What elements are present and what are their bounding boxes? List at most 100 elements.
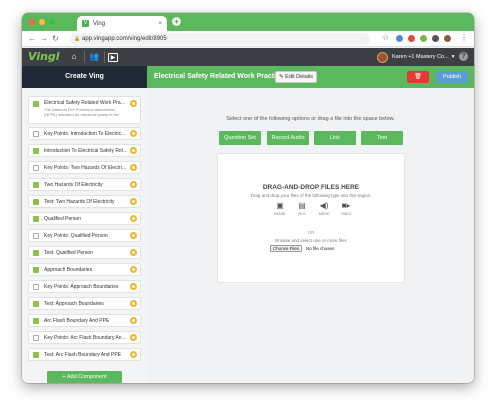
file-type-image: ▣ IMAGE [271, 201, 289, 216]
tab-strip: V Ving × + [22, 13, 474, 31]
document-icon [33, 335, 39, 341]
list-item[interactable]: Test: Arc Flash Boundary And PPE [28, 348, 141, 361]
minimize-window-button[interactable] [39, 19, 45, 25]
file-icon: ▤ [298, 201, 306, 210]
gear-icon[interactable] [130, 283, 137, 290]
or-divider: OR [307, 230, 315, 235]
users-icon[interactable]: 👥 [88, 51, 100, 63]
edit-details-button[interactable]: ✎ Edit Details [275, 71, 317, 83]
lock-icon: 🔒 [74, 36, 81, 42]
text-button[interactable]: Text [361, 131, 403, 145]
ving-title-bar: Electrical Safety Related Work Practices… [147, 66, 474, 88]
tab-close-icon[interactable]: × [158, 21, 162, 27]
extension-icon[interactable] [396, 35, 403, 42]
browser-menu-icon[interactable]: ⋮ [460, 33, 468, 42]
list-item[interactable]: Approach Boundaries [28, 263, 141, 276]
gear-icon[interactable] [130, 130, 137, 137]
new-tab-button[interactable]: + [172, 17, 181, 26]
list-item[interactable]: Introduction To Electrical Safety Relate… [28, 144, 141, 157]
left-panel-title: Create Ving [22, 66, 147, 88]
instruction-text: Select one of the following options or d… [226, 116, 395, 122]
link-button[interactable]: Link [314, 131, 356, 145]
document-icon [33, 165, 39, 171]
list-item[interactable]: Two Hazards Of Electricity [28, 178, 141, 191]
help-icon[interactable]: ? [459, 52, 468, 61]
gear-icon[interactable] [130, 147, 137, 154]
document-icon [33, 131, 39, 137]
delete-button[interactable]: 🗑 [407, 71, 429, 83]
add-component-button[interactable]: + Add Component [47, 371, 122, 383]
profile-avatar-icon[interactable] [444, 35, 451, 42]
gear-icon[interactable] [130, 300, 137, 307]
gear-icon[interactable] [130, 317, 137, 324]
file-type-video: ■▸ VIDEO [337, 201, 355, 216]
audio-icon: ◀) [319, 201, 329, 210]
list-item[interactable]: Test: Two Hazards Of Electricity [28, 195, 141, 208]
media-icon[interactable]: ▶ [108, 53, 118, 62]
forward-arrow-icon[interactable]: → [40, 34, 48, 43]
video-icon [33, 267, 39, 273]
list-item[interactable]: Qualified Person [28, 212, 141, 225]
choose-files-button[interactable]: Choose Files [270, 245, 302, 252]
drop-zone[interactable]: DRAG-AND-DROP FILES HERE Drag and drop y… [217, 153, 405, 283]
browse-text: Browse and select one or more files [275, 238, 347, 243]
gear-icon[interactable] [130, 100, 137, 107]
chevron-down-icon: ▾ [451, 54, 455, 60]
video-icon [33, 148, 39, 154]
user-name: Karen +1 Mastery Co... [392, 54, 449, 60]
home-icon[interactable]: ⌂ [68, 51, 80, 63]
edit-details-label: Edit Details [285, 74, 313, 80]
address-bar-row: ← → ↻ 🔒 app.vingapp.com/ving/edit/8905 ☆… [22, 31, 474, 47]
component-list: Electrical Safety Related Work Practice.… [22, 88, 147, 383]
video-icon [33, 318, 39, 324]
gear-icon[interactable] [130, 164, 137, 171]
list-item[interactable]: Electrical Safety Related Work Practice.… [28, 96, 141, 124]
list-item[interactable]: Key Points: Arc Flash Boundary And PPE [28, 331, 141, 344]
gear-icon[interactable] [130, 334, 137, 341]
app-header: Vingl ⌂ 👥 ▶ Karen +1 Mastery Co... ▾ ? [22, 48, 474, 66]
record-audio-button[interactable]: Record Audio [267, 131, 309, 145]
test-icon [33, 250, 39, 256]
extension-icon[interactable] [432, 35, 439, 42]
list-item[interactable]: Key Points: Two Hazards Of Electricity [28, 161, 141, 174]
extension-icon[interactable] [420, 35, 427, 42]
gear-icon[interactable] [130, 249, 137, 256]
list-item[interactable]: Test: Qualified Person [28, 246, 141, 259]
question-set-button[interactable]: Question Set [219, 131, 261, 145]
list-item[interactable]: Key Points: Introduction To Electrical S… [28, 127, 141, 140]
list-item[interactable]: Key Points: Qualified Person [28, 229, 141, 242]
gear-icon[interactable] [130, 232, 137, 239]
bookmark-star-icon[interactable]: ☆ [382, 33, 389, 42]
publish-button[interactable]: Publish [436, 71, 468, 83]
test-icon [33, 301, 39, 307]
user-menu[interactable]: Karen +1 Mastery Co... ▾ [377, 51, 454, 63]
document-icon [33, 284, 39, 290]
url-text: app.vingapp.com/ving/edit/8905 [82, 36, 167, 42]
list-item[interactable]: Key Points: Approach Boundaries [28, 280, 141, 293]
list-item[interactable]: Test: Approach Boundaries [28, 297, 141, 310]
gear-icon[interactable] [130, 215, 137, 222]
url-field[interactable]: 🔒 app.vingapp.com/ving/edit/8905 [70, 33, 370, 45]
tab-title: Ving [93, 20, 105, 27]
image-icon [33, 101, 39, 107]
ving-logo[interactable]: Vingl [28, 50, 60, 63]
close-window-button[interactable] [29, 19, 35, 25]
back-arrow-icon[interactable]: ← [28, 34, 36, 43]
browser-tab[interactable]: V Ving × [77, 16, 167, 31]
maximize-window-button[interactable] [49, 19, 55, 25]
reload-icon[interactable]: ↻ [52, 34, 59, 43]
divider [84, 51, 85, 63]
video-icon [33, 182, 39, 188]
gear-icon[interactable] [130, 198, 137, 205]
gear-icon[interactable] [130, 181, 137, 188]
list-item[interactable]: Arc Flash Boundary And PPE [28, 314, 141, 327]
image-icon: ▣ [276, 201, 284, 210]
file-type-file: ▤ FILE [293, 201, 311, 216]
gear-icon[interactable] [130, 351, 137, 358]
file-type-audio: ◀) AUDIO [315, 201, 333, 216]
trash-icon: 🗑 [414, 74, 422, 80]
dropzone-title: DRAG-AND-DROP FILES HERE [262, 184, 360, 191]
ving-favicon-icon: V [82, 20, 89, 27]
gear-icon[interactable] [130, 266, 137, 273]
extension-icon[interactable] [408, 35, 415, 42]
